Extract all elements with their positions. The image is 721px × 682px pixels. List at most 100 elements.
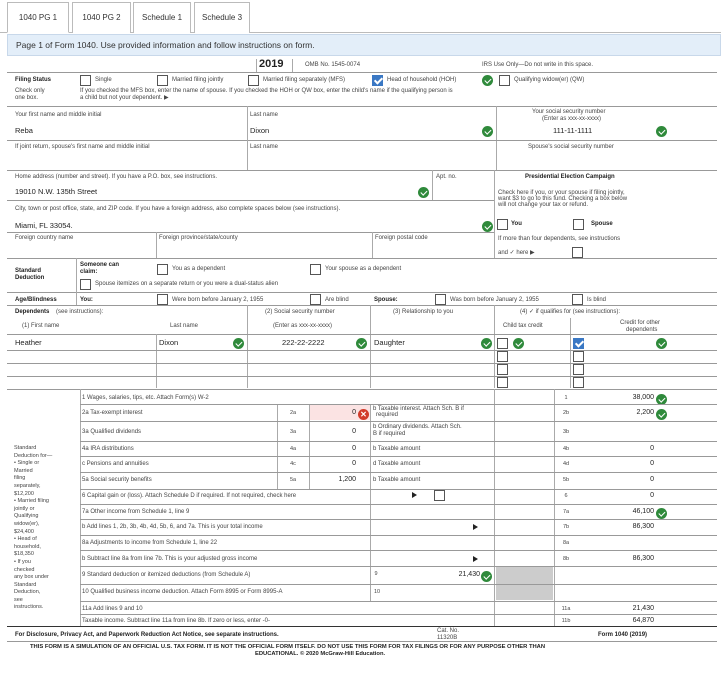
ssn-input[interactable]: 111-11-1111 [553, 126, 592, 135]
filing-note-2: a child but not your dependent. ▶ [80, 95, 169, 101]
apt-label: Apt. no. [436, 174, 457, 180]
more-dependents-checkbox[interactable] [572, 247, 583, 258]
mfj-label: Married filing jointly [172, 77, 224, 83]
single-label: Single [95, 77, 112, 83]
check-ok-icon [356, 338, 367, 349]
dep4-ctc-checkbox[interactable] [497, 377, 508, 388]
mfj-checkbox[interactable] [157, 75, 168, 86]
line-4b-input[interactable]: 0 [600, 445, 654, 452]
pec-spouse-checkbox[interactable] [573, 219, 584, 230]
line-11b-input[interactable]: 64,870 [600, 617, 654, 624]
hoh-checkbox[interactable] [372, 75, 383, 86]
line-9-input[interactable]: 21,430 [420, 571, 480, 578]
line-6-label: 6 Capital gain or (loss). Attach Schedul… [82, 493, 297, 499]
dep-qualifies-header: (4) ✓ if qualifies for (see instructions… [520, 309, 621, 315]
line-1-input[interactable]: 38,000 [600, 394, 654, 401]
pec-you-checkbox[interactable] [497, 219, 508, 230]
simulation-disclaimer-2: EDUCATIONAL. © 2020 McGraw-Hill Educatio… [255, 651, 386, 657]
dep2-odc-checkbox[interactable] [573, 351, 584, 362]
dep-ssn-format: (Enter as xxx-xx-xxxx) [273, 323, 333, 329]
you-dependent-checkbox[interactable] [157, 264, 168, 275]
line-2a-input[interactable]: 0 [310, 409, 356, 416]
home-address-label: Home address (number and street). If you… [15, 174, 217, 180]
arrow-icon [412, 492, 417, 498]
spouse-blind-checkbox[interactable] [572, 294, 583, 305]
dep-ssn-input[interactable]: 222-22-2222 [282, 338, 325, 347]
city-input[interactable]: Miami, FL 33054. [15, 221, 73, 230]
line-4c-label: c Pensions and annuities [82, 461, 149, 467]
line-4a-label: 4a IRA distributions [82, 446, 134, 452]
qw-label: Qualifying widow(er) (QW) [514, 77, 585, 83]
line-3a-input[interactable]: 0 [310, 428, 356, 435]
dep2-ctc-checkbox[interactable] [497, 351, 508, 362]
cat-no-label: Cat. No. [437, 628, 460, 634]
dep3-ctc-checkbox[interactable] [497, 364, 508, 375]
line-7a-input[interactable]: 46,100 [600, 508, 654, 515]
line-4b-label: b Taxable amount [373, 446, 421, 452]
irs-use-only: IRS Use Only—Do not write in this space. [482, 62, 594, 68]
line-2b-label-2: required [376, 412, 399, 418]
dep-last-name-input[interactable]: Dixon [159, 338, 178, 347]
line-11a-label: 11a Add lines 9 and 10 [82, 606, 143, 612]
line-4d-label: d Taxable amount [373, 461, 421, 467]
instruction-banner: Page 1 of Form 1040. Use provided inform… [7, 34, 721, 56]
home-address-input[interactable]: 19010 N.W. 135th Street [15, 187, 97, 196]
tab-1040-pg1[interactable]: 1040 PG 1 [7, 2, 69, 33]
line-3a-label: 3a Qualified dividends [82, 429, 142, 435]
line-5b-input[interactable]: 0 [600, 476, 654, 483]
last-name-input[interactable]: Dixon [250, 126, 269, 135]
foreign-postal-label: Foreign postal code [375, 235, 428, 241]
single-checkbox[interactable] [80, 75, 91, 86]
dep-relationship-input[interactable]: Daughter [374, 338, 405, 347]
you-blind-checkbox[interactable] [310, 294, 321, 305]
line-6-input[interactable]: 0 [600, 492, 654, 499]
first-name-input[interactable]: Reba [15, 126, 33, 135]
dep3-odc-checkbox[interactable] [573, 364, 584, 375]
dep-ctc-checkbox[interactable] [497, 338, 508, 349]
line-8b-input[interactable]: 86,300 [600, 555, 654, 562]
spouse-first-name-label: If joint return, spouse's first name and… [15, 144, 150, 150]
spouse-born-checkbox[interactable] [435, 294, 446, 305]
spouse-dependent-label: Your spouse as a dependent [325, 266, 402, 272]
line-4d-input[interactable]: 0 [600, 460, 654, 467]
pec-text-3: will not change your tax or refund. [498, 202, 589, 208]
qw-checkbox[interactable] [499, 75, 510, 86]
age-spouse-label: Spouse: [374, 297, 398, 303]
someone-can-claim: Someone can [80, 262, 120, 268]
tab-1040-pg2[interactable]: 1040 PG 2 [72, 2, 131, 33]
line-4c-input[interactable]: 0 [310, 460, 356, 467]
foreign-province-label: Foreign province/state/county [159, 235, 238, 241]
ssn-format-label: (Enter as xxx-xx-xxxx) [542, 116, 602, 122]
someone-can-claim-2: claim: [80, 269, 98, 275]
spouse-dependent-checkbox[interactable] [310, 264, 321, 275]
arrow-icon [473, 556, 478, 562]
line-2b-input[interactable]: 2,200 [600, 409, 654, 416]
arrow-icon [473, 524, 478, 530]
line-3b-label-2: B if required [373, 431, 406, 437]
line-4a-input[interactable]: 0 [310, 445, 356, 452]
check-ok-icon [481, 571, 492, 582]
tab-schedule-3[interactable]: Schedule 3 [194, 2, 250, 33]
spouse-born-label: Was born before January 2, 1955 [450, 297, 539, 303]
dep-odc-checkbox[interactable] [573, 338, 584, 349]
line-6-checkbox[interactable] [434, 490, 445, 501]
spouse-last-name-label: Last name [250, 144, 279, 150]
footer-disclosure: For Disclosure, Privacy Act, and Paperwo… [15, 632, 279, 638]
line-2a-label: 2a Tax-exempt interest [82, 410, 143, 416]
line-7b-input[interactable]: 86,300 [600, 523, 654, 530]
you-born-checkbox[interactable] [157, 294, 168, 305]
more-dependents-text: If more than four dependents, see instru… [498, 236, 621, 242]
tab-schedule-1[interactable]: Schedule 1 [133, 2, 191, 33]
line-5a-input[interactable]: 1,200 [310, 476, 356, 483]
spouse-ssn-label: Spouse's social security number [528, 144, 614, 150]
spouse-itemizes-checkbox[interactable] [80, 279, 91, 290]
first-name-label: Your first name and middle initial [15, 112, 102, 118]
dep4-odc-checkbox[interactable] [573, 377, 584, 388]
line-11a-input[interactable]: 21,430 [600, 605, 654, 612]
dep-first-name-input[interactable]: Heather [15, 338, 42, 347]
tab-bar: 1040 PG 1 1040 PG 2 Schedule 1 Schedule … [0, 0, 721, 33]
mfs-checkbox[interactable] [248, 75, 259, 86]
hoh-label: Head of household (HOH) [387, 77, 457, 83]
more-dependents-check-here: and ✓ here ▶ [498, 250, 535, 256]
std-deduction-title-2: Deduction [15, 275, 45, 281]
